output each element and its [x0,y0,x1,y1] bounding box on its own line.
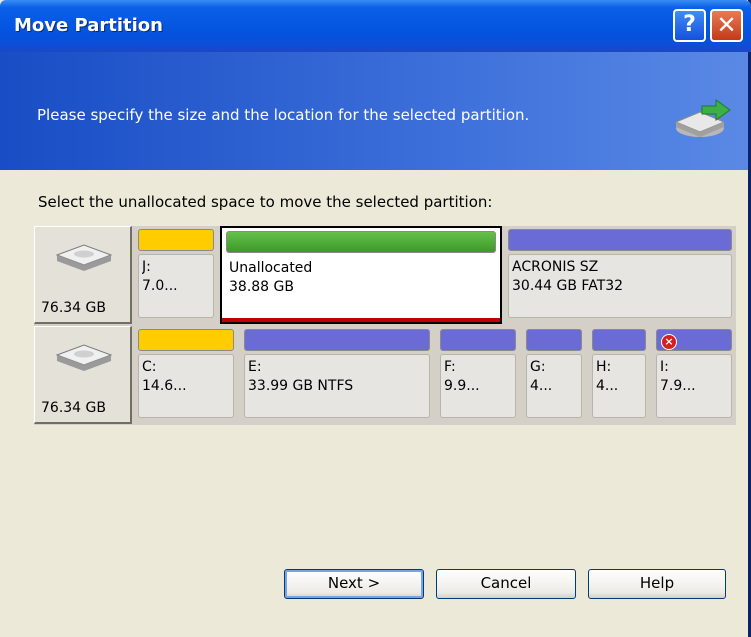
disk-1-size: 76.34 GB [41,300,106,316]
help-title-button[interactable]: ? [673,9,706,42]
partition-acronis-body: ACRONIS SZ 30.44 GB FAT32 [508,254,732,318]
partition-acronis-label: ACRONIS SZ [512,259,599,275]
partition-g-detail: 4... [530,378,553,394]
partition-i-color-bar: × [656,329,732,351]
partition-f-label: F: [444,359,456,375]
title-bar[interactable]: Move Partition ? ✕ [0,0,751,52]
partition-acronis-detail: 30.44 GB FAT32 [512,278,624,294]
selection-underline [222,318,500,322]
disk-2-size: 76.34 GB [41,400,106,416]
partition-e-body: E: 33.99 GB NTFS [244,354,430,418]
partition-g-body: G: 4... [526,354,582,418]
partition-h-label: H: [596,359,612,375]
partition-h[interactable]: H: 4... [588,326,650,424]
instruction-text: Select the unallocated space to move the… [38,193,493,211]
disk-row-1: 76.34 GB J: 7.0... Unallocated 38.88 GB [34,226,736,324]
next-button[interactable]: Next > [284,569,424,599]
disk-map: 76.34 GB J: 7.0... Unallocated 38.88 GB [34,226,736,425]
drive-move-icon [674,99,731,137]
banner-message: Please specify the size and the location… [37,106,530,124]
error-badge-icon: × [661,334,677,350]
move-partition-dialog: Move Partition ? ✕ Please specify the si… [0,0,751,637]
partition-unallocated-detail: 38.88 GB [229,279,294,295]
partition-j-color-bar [138,229,214,251]
partition-acronis-sz[interactable]: ACRONIS SZ 30.44 GB FAT32 [504,226,736,324]
partition-f-detail: 9.9... [444,378,480,394]
partition-c-detail: 14.6... [142,378,187,394]
partition-c-label: C: [142,359,157,375]
partition-f[interactable]: F: 9.9... [436,326,520,424]
partition-c-color-bar [138,329,234,351]
window-title: Move Partition [14,15,163,36]
partition-unallocated-color-bar [226,231,496,253]
hard-disk-icon [55,244,113,271]
partition-h-detail: 4... [596,378,619,394]
partition-unallocated-body: Unallocated 38.88 GB [226,256,496,316]
partition-e[interactable]: E: 33.99 GB NTFS [240,326,434,424]
partition-unallocated[interactable]: Unallocated 38.88 GB [220,226,502,324]
partition-g-color-bar [526,329,582,351]
partition-j-detail: 7.0... [142,278,178,294]
partition-c-body: C: 14.6... [138,354,234,418]
partition-f-color-bar [440,329,516,351]
partition-j[interactable]: J: 7.0... [134,226,218,324]
partition-j-body: J: 7.0... [138,254,214,318]
header-banner: Please specify the size and the location… [0,52,748,170]
partition-j-label: J: [142,259,151,275]
partition-c[interactable]: C: 14.6... [134,326,238,424]
partition-e-color-bar [244,329,430,351]
partition-h-body: H: 4... [592,354,646,418]
disk-2-button[interactable]: 76.34 GB [34,326,132,424]
partition-f-body: F: 9.9... [440,354,516,418]
partition-i-label: I: [660,359,669,375]
partition-i-detail: 7.9... [660,378,696,394]
close-button[interactable]: ✕ [710,9,743,42]
partition-g-label: G: [530,359,546,375]
partition-i[interactable]: × I: 7.9... [652,326,736,424]
partition-e-label: E: [248,359,262,375]
partition-g[interactable]: G: 4... [522,326,586,424]
disk-1-button[interactable]: 76.34 GB [34,226,132,324]
partition-i-body: I: 7.9... [656,354,732,418]
hard-disk-icon [55,344,113,371]
cancel-button[interactable]: Cancel [436,569,576,599]
partition-unallocated-label: Unallocated [229,260,313,276]
disk-row-2: 76.34 GB C: 14.6... E: 33.99 GB NTFS F: … [34,326,736,424]
partition-acronis-color-bar [508,229,732,251]
help-button[interactable]: Help [588,569,726,599]
partition-h-color-bar [592,329,646,351]
partition-e-detail: 33.99 GB NTFS [248,378,354,394]
